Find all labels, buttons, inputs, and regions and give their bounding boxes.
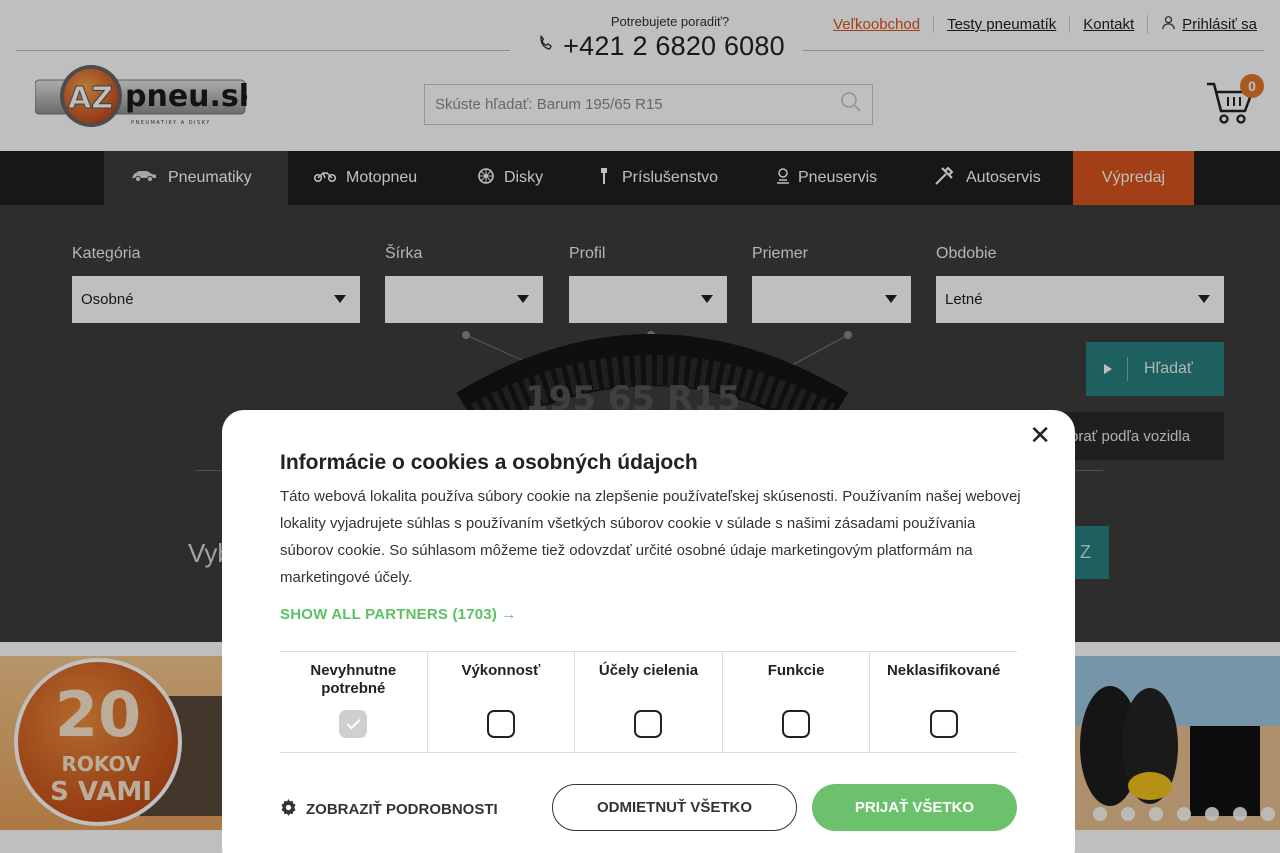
necessary-checkbox[interactable] (339, 710, 368, 738)
functionality-checkbox[interactable] (782, 710, 811, 738)
category-label: Účely cielenia (598, 662, 699, 679)
show-details-button[interactable]: ZOBRAZIŤ PODROBNOSTI (280, 799, 498, 820)
unclassified-checkbox[interactable] (929, 710, 958, 738)
category-necessary: Nevyhnutne potrebné (280, 652, 427, 752)
performance-checkbox[interactable] (486, 710, 515, 738)
gear-icon (280, 799, 297, 820)
targeting-checkbox[interactable] (634, 710, 663, 738)
accept-all-button[interactable]: PRIJAŤ VŠETKO (812, 784, 1017, 831)
category-label: Neklasifikované (886, 662, 1001, 679)
category-label: Funkcie (767, 662, 825, 679)
modal-description: Táto webová lokalita používa súbory cook… (280, 488, 1021, 586)
category-unclassified: Neklasifikované (869, 652, 1017, 752)
show-details-label: ZOBRAZIŤ PODROBNOSTI (306, 801, 498, 818)
show-partners-link[interactable]: SHOW ALL PARTNERS (1703) → (280, 606, 517, 623)
cookie-categories: Nevyhnutne potrebné Výkonnosť Účely ciel… (280, 651, 1017, 753)
cookie-consent-modal: ✕ Informácie o cookies a osobných údajoc… (222, 410, 1075, 853)
category-targeting: Účely cielenia (574, 652, 722, 752)
category-label: Výkonnosť (461, 662, 541, 679)
category-functionality: Funkcie (721, 652, 870, 752)
category-performance: Výkonnosť (426, 652, 575, 752)
decline-all-button[interactable]: ODMIETNUŤ VŠETKO (552, 784, 797, 831)
category-label: Nevyhnutne potrebné (310, 662, 397, 697)
close-icon[interactable]: ✕ (1029, 422, 1051, 448)
modal-title: Informácie o cookies a osobných údajoch (280, 451, 698, 474)
